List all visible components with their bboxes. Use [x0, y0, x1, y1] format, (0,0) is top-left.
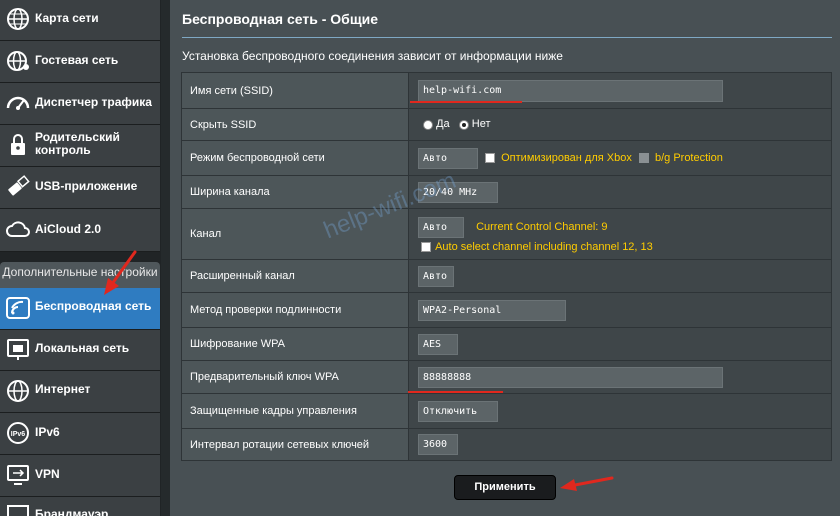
wpa-encryption-select[interactable]: AES	[418, 333, 458, 355]
hide-ssid-no-radio[interactable]	[458, 119, 469, 130]
rekey-interval-input[interactable]: 3600	[418, 434, 458, 455]
channel-select[interactable]: Авто	[418, 216, 464, 238]
row-channel-bandwidth: Ширина канала 20/40 MHz	[181, 175, 832, 209]
hide-ssid-yes-radio[interactable]	[423, 119, 433, 130]
sidebar-item-ipv6[interactable]: IPv6 IPv6	[0, 413, 160, 455]
wpa-key-label: Предварительный ключ WPA	[181, 360, 409, 394]
auto-channel-label: Auto select channel including channel 12…	[435, 241, 653, 254]
extension-channel-select[interactable]: Авто	[418, 265, 454, 287]
channel-bandwidth-select[interactable]: 20/40 MHz	[418, 181, 498, 203]
channel-bandwidth-label: Ширина канала	[181, 175, 409, 209]
current-channel-text: Current Control Channel: 9	[476, 221, 608, 234]
sidebar-item-label: USB-приложение	[35, 179, 138, 193]
sidebar-item-wireless[interactable]: Беспроводная сеть	[0, 288, 160, 330]
sidebar-item-label: Беспроводная сеть	[35, 299, 152, 313]
sidebar-item-label: Интернет	[35, 382, 91, 396]
xbox-optimize-label: Оптимизирован для Xbox	[501, 152, 632, 164]
row-ssid: Имя сети (SSID) help-wifi.com	[181, 72, 832, 109]
sidebar-item-vpn[interactable]: VPN	[0, 455, 160, 497]
sidebar-item-aicloud[interactable]: AiCloud 2.0	[0, 209, 160, 252]
page-title: Беспроводная сеть - Общие	[182, 11, 379, 27]
advanced-settings-header: Дополнительные настройки	[0, 262, 160, 288]
sidebar-item-parental-control[interactable]: Родительский контроль	[0, 125, 160, 167]
sidebar-item-label: VPN	[35, 467, 60, 481]
sidebar-item-traffic-manager[interactable]: Диспетчер трафика	[0, 83, 160, 125]
svg-text:IPv6: IPv6	[11, 431, 26, 438]
pmf-label: Защищенные кадры управления	[181, 393, 409, 429]
hide-ssid-no-label: Нет	[471, 118, 491, 131]
wireless-settings-table: Имя сети (SSID) help-wifi.com Скрыть SSI…	[181, 72, 832, 461]
sidebar-item-usb-application[interactable]: USB-приложение	[0, 167, 160, 209]
firewall-icon	[7, 505, 29, 516]
channel-label: Канал	[181, 208, 409, 260]
pmf-select[interactable]: Отключить	[418, 400, 498, 422]
sidebar-item-guest-network[interactable]: Гостевая сеть	[0, 41, 160, 83]
row-wpa-encryption: Шифрование WPA AES	[181, 327, 832, 361]
row-extension-channel: Расширенный канал Авто	[181, 259, 832, 293]
sidebar-item-lan[interactable]: Локальная сеть	[0, 330, 160, 371]
bg-protection-checkbox[interactable]	[638, 153, 649, 163]
cloud-icon	[6, 221, 30, 237]
globe-icon	[7, 380, 29, 402]
row-pmf: Защищенные кадры управления Отключить	[181, 393, 832, 429]
main-panel: Беспроводная сеть - Общие Установка бесп…	[170, 0, 840, 516]
speedometer-icon	[6, 96, 30, 110]
page-description: Установка беспроводного соединения завис…	[182, 49, 563, 63]
sidebar-item-label: Родительский контроль	[35, 130, 120, 157]
wireless-mode-label: Режим беспроводной сети	[181, 140, 409, 176]
sidebar-item-firewall[interactable]: Брандмауэр	[0, 497, 160, 516]
row-wpa-key: Предварительный ключ WPA 88888888	[181, 360, 832, 394]
guest-globe-icon	[7, 51, 29, 71]
globe-icon	[7, 8, 29, 30]
wpa-key-underline-annotation	[408, 391, 503, 393]
ssid-underline-annotation	[410, 101, 522, 103]
sidebar-item-label: Локальная сеть	[35, 341, 130, 355]
lock-icon	[11, 134, 25, 155]
wpa-key-input[interactable]: 88888888	[418, 366, 723, 388]
sidebar-item-label: Брандмауэр	[35, 507, 109, 516]
row-hide-ssid: Скрыть SSID Да Нет	[181, 108, 832, 141]
wireless-mode-select[interactable]: Авто	[418, 147, 478, 169]
wireless-icon	[6, 297, 30, 319]
sidebar-item-network-map[interactable]: Карта сети	[0, 0, 160, 41]
ipv6-icon: IPv6	[7, 422, 29, 444]
sidebar-item-label: Диспетчер трафика	[35, 95, 152, 109]
lan-icon	[7, 339, 29, 360]
row-auth-method: Метод проверки подлинности WPA2-Personal	[181, 292, 832, 328]
row-channel: Канал Авто Current Control Channel: 9 Au…	[181, 208, 832, 260]
auth-method-select[interactable]: WPA2-Personal	[418, 299, 566, 321]
title-divider	[182, 37, 832, 38]
vpn-monitor-icon	[7, 465, 29, 485]
hide-ssid-label: Скрыть SSID	[181, 108, 409, 141]
row-rekey-interval: Интервал ротации сетевых ключей 3600	[181, 428, 832, 461]
ssid-input[interactable]: help-wifi.com	[418, 79, 723, 102]
sidebar-item-label: AiCloud 2.0	[35, 222, 102, 236]
row-wireless-mode: Режим беспроводной сети Авто Оптимизиров…	[181, 140, 832, 176]
sidebar-item-label: Карта сети	[35, 11, 99, 25]
apply-button[interactable]: Применить	[454, 475, 556, 500]
usb-icon	[8, 175, 30, 196]
auto-channel-checkbox[interactable]	[421, 242, 431, 253]
auth-method-label: Метод проверки подлинности	[181, 292, 409, 328]
bg-protection-label: b/g Protection	[654, 152, 723, 164]
extension-channel-label: Расширенный канал	[181, 259, 409, 293]
advanced-settings-label: Дополнительные настройки	[2, 265, 158, 279]
sidebar-item-label: IPv6	[35, 425, 60, 439]
sidebar-item-label: Гостевая сеть	[35, 53, 119, 67]
hide-ssid-yes-label: Да	[436, 118, 450, 131]
ssid-label: Имя сети (SSID)	[181, 72, 409, 109]
sidebar: Карта сети Гостевая сеть Диспетчер трафи…	[0, 0, 161, 516]
sidebar-item-internet[interactable]: Интернет	[0, 371, 160, 413]
wpa-encryption-label: Шифрование WPA	[181, 327, 409, 361]
xbox-optimize-checkbox[interactable]	[485, 153, 496, 163]
rekey-interval-label: Интервал ротации сетевых ключей	[181, 428, 409, 461]
